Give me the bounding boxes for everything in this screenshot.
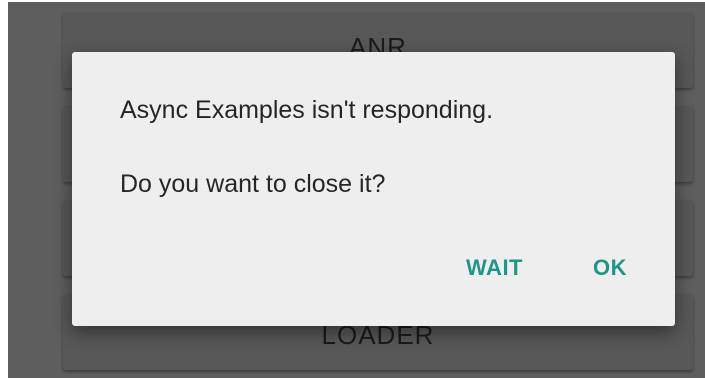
dialog-actions: WAIT OK [466,248,627,288]
anr-dialog: Async Examples isn't responding. Do you … [72,52,675,326]
dialog-question: Do you want to close it? [120,170,386,198]
ok-button[interactable]: OK [593,255,627,281]
screen: ANR LOADER Async Examples isn't respondi… [0,0,705,378]
dialog-message: Async Examples isn't responding. [120,96,494,124]
wait-button[interactable]: WAIT [466,255,523,281]
